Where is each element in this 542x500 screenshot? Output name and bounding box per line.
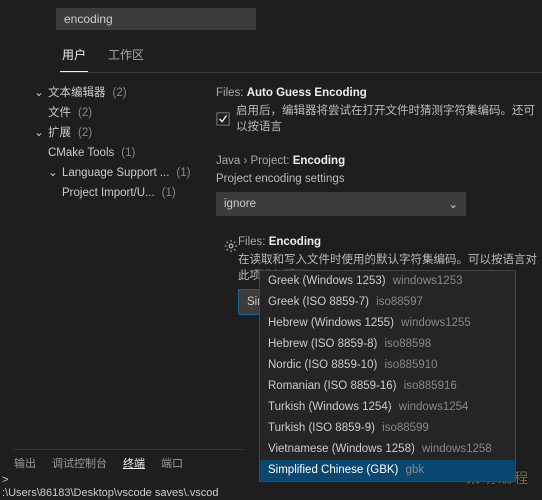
encoding-option[interactable]: Turkish (ISO 8859-9) iso88599 [260, 418, 515, 439]
tree-language-support[interactable]: ⌄Language Support ...(1) [18, 163, 204, 183]
tree-text-editor[interactable]: ⌄文本编辑器(2) [18, 83, 204, 103]
settings-tree: ⌄文本编辑器(2) 文件(2) ⌄扩展(2) CMake Tools(1) ⌄L… [0, 73, 210, 335]
setting-description: 启用后，编辑器将尝试在打开文件时猜测字符集编码。还可以按语言 [236, 103, 542, 135]
chevron-down-icon: ⌄ [34, 123, 44, 143]
java-encoding-select[interactable]: ignore ⌄ [216, 192, 466, 216]
panel-tab-terminal[interactable]: 终端 [123, 455, 145, 471]
encoding-option[interactable]: Greek (ISO 8859-7) iso88597 [260, 292, 515, 313]
scope-tabs: 用户 工作区 [60, 40, 542, 73]
panel-tab-output[interactable]: 输出 [14, 455, 36, 471]
encoding-option[interactable]: Turkish (Windows 1254) windows1254 [260, 397, 515, 418]
tree-cmake[interactable]: CMake Tools(1) [18, 143, 204, 163]
terminal-output[interactable]: > :\Users\86183\Desktop\vscode saves\.vs… [2, 474, 218, 500]
encoding-option[interactable]: Hebrew (Windows 1255) windows1255 [260, 313, 515, 334]
panel-tab-debug[interactable]: 调试控制台 [52, 455, 107, 471]
tree-extensions[interactable]: ⌄扩展(2) [18, 123, 204, 143]
encoding-option[interactable]: Vietnamese (Windows 1258) windows1258 [260, 439, 515, 460]
setting-description: Project encoding settings [216, 171, 542, 187]
encoding-option[interactable]: Greek (Windows 1253) windows1253 [260, 271, 515, 292]
panel-tab-ports[interactable]: 端口 [161, 455, 183, 471]
chevron-down-icon: ⌄ [48, 163, 58, 183]
encoding-dropdown-list[interactable]: Greek (Windows 1253) windows1253Greek (I… [259, 270, 516, 482]
encoding-option[interactable]: Hebrew (ISO 8859-8) iso88598 [260, 334, 515, 355]
encoding-option[interactable]: Romanian (ISO 8859-16) iso885916 [260, 376, 515, 397]
panel-tabs: 输出 调试控制台 终端 端口 [14, 449, 244, 476]
setting-auto-guess-encoding: Files: Auto Guess Encoding 启用后，编辑器将尝试在打开… [216, 87, 542, 135]
encoding-option[interactable]: Simplified Chinese (GBK) gbk [260, 460, 515, 481]
chevron-down-icon: ⌄ [448, 197, 458, 211]
tab-user[interactable]: 用户 [60, 40, 88, 72]
tree-project-import[interactable]: Project Import/U...(1) [18, 183, 204, 203]
encoding-option[interactable]: Simplified Chinese (GB18030) gb18030 [260, 481, 515, 482]
tree-files[interactable]: 文件(2) [18, 103, 204, 123]
gear-icon[interactable] [224, 239, 238, 253]
chevron-down-icon: ⌄ [34, 83, 44, 103]
tab-workspace[interactable]: 工作区 [106, 40, 146, 72]
settings-search-input[interactable] [56, 8, 256, 30]
encoding-option[interactable]: Nordic (ISO 8859-10) iso885910 [260, 355, 515, 376]
checkbox-checked-icon[interactable] [216, 112, 230, 126]
setting-java-project-encoding: Java › Project: Encoding Project encodin… [216, 155, 542, 216]
